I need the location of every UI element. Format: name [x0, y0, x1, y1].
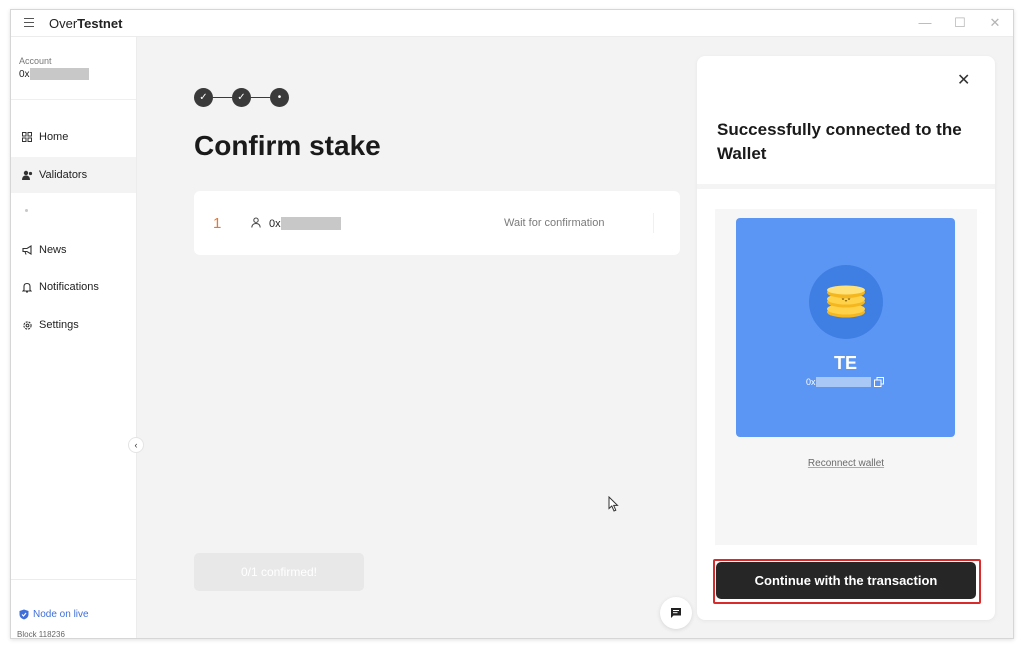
wallet-container: TE 0x Reconnect wallet — [715, 209, 977, 545]
step-complete: ✓ — [194, 88, 213, 107]
sidebar-item-settings[interactable]: Settings — [11, 307, 136, 343]
chat-button[interactable] — [660, 597, 692, 629]
app-window: OverTestnet — ☐ ✕ Account 0x Home Valida… — [10, 9, 1014, 639]
menu-icon[interactable] — [24, 18, 34, 28]
step-complete: ✓ — [232, 88, 251, 107]
page-title: Confirm stake — [194, 130, 381, 161]
sidebar-item-validators[interactable]: Validators — [11, 157, 136, 193]
block-number: Block 118236 — [17, 630, 65, 639]
collapse-sidebar-button[interactable]: ‹ — [128, 437, 144, 453]
grid-icon — [21, 131, 33, 143]
divider — [11, 99, 136, 100]
app-title: OverTestnet — [49, 16, 123, 31]
reconnect-wallet-link[interactable]: Reconnect wallet — [715, 458, 977, 469]
coin-stack-icon — [809, 265, 883, 339]
sidebar-item-label: Notifications — [39, 281, 99, 293]
close-window-button[interactable]: ✕ — [987, 15, 1003, 31]
continue-transaction-button[interactable]: Continue with the transaction — [716, 562, 976, 599]
sidebar-item-home[interactable]: Home — [11, 119, 136, 155]
separator-dot — [25, 209, 28, 212]
minimize-button[interactable]: — — [917, 15, 933, 30]
sidebar: Account 0x Home Validators News Notifica… — [11, 37, 137, 639]
divider — [11, 579, 136, 580]
title-bar: OverTestnet — ☐ ✕ — [11, 10, 1013, 37]
transaction-address: 0x — [269, 217, 341, 230]
account-address[interactable]: 0x — [19, 68, 89, 80]
divider — [653, 213, 654, 233]
redacted-address — [29, 68, 89, 80]
users-icon — [21, 169, 33, 181]
close-icon[interactable]: ✕ — [957, 73, 970, 89]
divider — [697, 184, 995, 189]
step-connector — [213, 97, 232, 98]
wallet-address: 0x — [806, 377, 884, 387]
user-icon — [251, 217, 262, 231]
sidebar-item-news[interactable]: News — [11, 232, 136, 268]
confirmed-button[interactable]: 0/1 confirmed! — [194, 553, 364, 591]
bell-icon — [21, 281, 33, 293]
copy-icon[interactable] — [873, 377, 884, 387]
sidebar-item-label: News — [39, 244, 67, 256]
transaction-row: 1 0x Wait for confirmation — [194, 191, 680, 255]
transaction-index: 1 — [213, 215, 222, 232]
wallet-card: TE 0x — [736, 218, 955, 437]
sidebar-item-label: Validators — [39, 169, 88, 181]
sidebar-item-notifications[interactable]: Notifications — [11, 269, 136, 305]
panel-title: Successfully connected to the Wallet — [717, 120, 962, 163]
wallet-panel: ✕ Successfully connected to the Wallet T… — [697, 56, 995, 620]
wallet-name: TE — [833, 353, 857, 373]
chat-icon — [671, 608, 681, 618]
step-connector — [251, 97, 270, 98]
gear-icon — [21, 319, 33, 331]
shield-icon — [19, 609, 29, 620]
transaction-status: Wait for confirmation — [504, 217, 605, 229]
sidebar-item-label: Home — [39, 131, 69, 143]
redacted-address — [280, 217, 341, 230]
redacted-address — [815, 377, 871, 387]
node-status: Node on live — [19, 609, 89, 620]
account-label: Account — [19, 56, 52, 66]
step-current: • — [270, 88, 289, 107]
stepper: ✓ ✓ • — [194, 88, 289, 107]
megaphone-icon — [21, 244, 33, 256]
sidebar-item-label: Settings — [39, 319, 79, 331]
mouse-cursor-icon — [608, 495, 619, 517]
maximize-button[interactable]: ☐ — [952, 15, 968, 31]
